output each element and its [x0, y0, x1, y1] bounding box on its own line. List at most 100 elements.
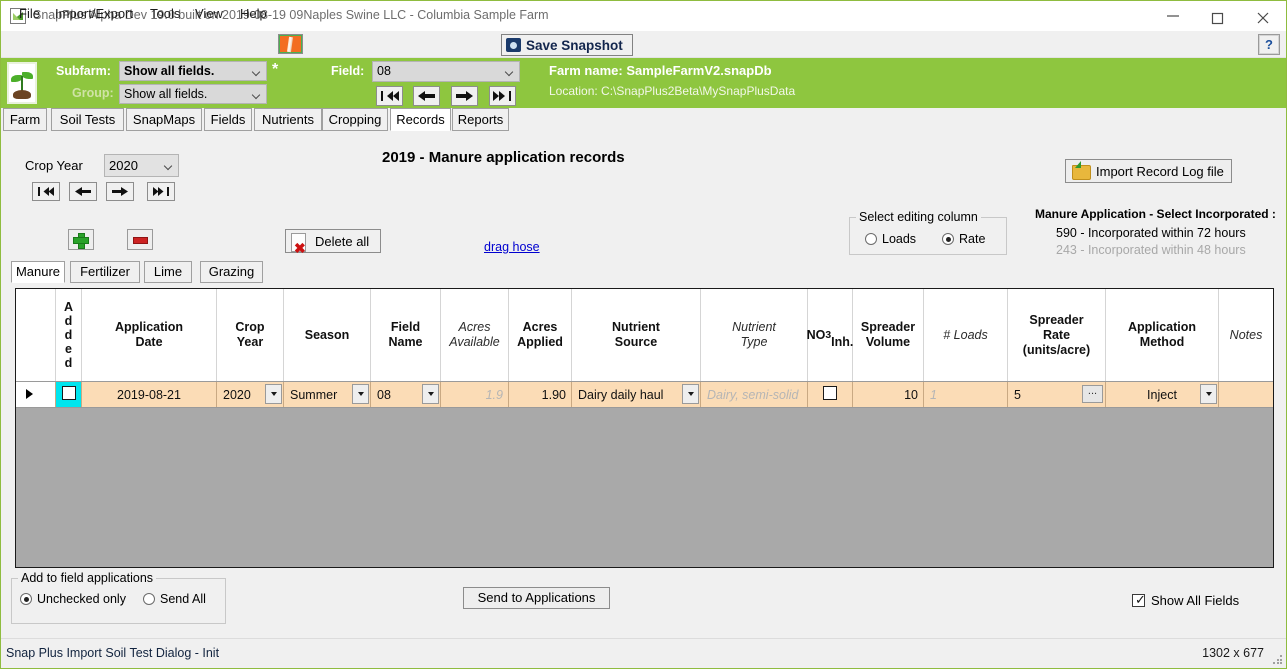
cell-crop-year-value: 2020 [223, 387, 251, 402]
tab-fields[interactable]: Fields [204, 108, 252, 131]
pen-tool-icon[interactable] [278, 34, 303, 54]
chevron-down-icon[interactable] [422, 384, 439, 404]
farm-name-value: SampleFarmV2.snapDb [626, 63, 772, 78]
header-num-loads[interactable]: # Loads [924, 289, 1008, 381]
group-select[interactable]: Show all fields. [119, 84, 267, 104]
cell-application-method-value: Inject [1147, 387, 1177, 402]
subfarm-label: Subfarm: [56, 64, 111, 78]
header-no3-inh[interactable]: NO 3 Inh. [807, 289, 853, 381]
title-bar: SnapPlus Alpha Dev 19.0 built on 2019-08… [1, 1, 1286, 31]
no3-inh-checkbox[interactable] [823, 386, 837, 400]
import-record-log-button[interactable]: Import Record Log file [1065, 159, 1232, 183]
radio-unchecked-only-label: Unchecked only [37, 592, 126, 606]
drag-hose-link[interactable]: drag hose [484, 240, 540, 254]
header-field-name[interactable]: Field Name [371, 289, 441, 381]
tab-nutrients[interactable]: Nutrients [254, 108, 322, 131]
page-title: 2019 - Manure application records [382, 149, 625, 166]
header-application-method[interactable]: Application Method [1106, 289, 1219, 381]
menu-help[interactable]: Help [240, 6, 267, 21]
chevron-down-icon[interactable] [265, 384, 282, 404]
crop-year-last-button[interactable] [147, 182, 175, 201]
menu-import-export[interactable]: Import/Export [55, 6, 133, 21]
remove-row-button[interactable] [127, 229, 153, 250]
tab-soil-tests[interactable]: Soil Tests [51, 108, 124, 131]
header-added[interactable]: Added [56, 289, 82, 381]
table-row[interactable]: 2019-08-21 2020 Summer 08 1.9 1.90 Dairy… [16, 382, 1273, 408]
delete-all-button[interactable]: ✖ Delete all [285, 229, 381, 255]
cell-spreader-rate[interactable]: 5 ... [1008, 382, 1106, 407]
cell-no3-inh[interactable] [808, 382, 853, 407]
leaf-right [22, 72, 33, 79]
tab-snapmaps[interactable]: SnapMaps [126, 108, 202, 131]
minimize-button[interactable] [1151, 1, 1196, 31]
cell-added[interactable] [56, 382, 82, 407]
header-nutrient-source[interactable]: Nutrient Source [572, 289, 701, 381]
tab-farm[interactable]: Farm [3, 108, 47, 131]
subtab-lime[interactable]: Lime [144, 261, 192, 283]
import-record-log-label: Import Record Log file [1096, 164, 1224, 179]
menu-view[interactable]: View [195, 6, 223, 21]
save-snapshot-button[interactable]: Save Snapshot [501, 34, 633, 56]
resize-grip[interactable] [1273, 655, 1283, 665]
header-acres-applied[interactable]: Acres Applied [509, 289, 572, 381]
subtab-manure[interactable]: Manure [11, 261, 65, 283]
cell-row-marker[interactable] [16, 382, 56, 407]
header-spreader-volume[interactable]: Spreader Volume [853, 289, 924, 381]
save-snapshot-label: Save Snapshot [526, 38, 623, 53]
chevron-down-icon[interactable] [1200, 384, 1217, 404]
radio-indicator [865, 233, 877, 245]
send-to-applications-button[interactable]: Send to Applications [463, 587, 610, 609]
header-application-date[interactable]: Application Date [82, 289, 217, 381]
subtab-grazing[interactable]: Grazing [200, 261, 263, 283]
cell-spreader-volume[interactable]: 10 [853, 382, 924, 407]
field-nav-next-button[interactable] [451, 86, 478, 106]
incorporated-option-48h[interactable]: 243 - Incorporated within 48 hours [1056, 243, 1246, 257]
header-season[interactable]: Season [284, 289, 371, 381]
field-nav-first-button[interactable] [376, 86, 403, 106]
add-row-button[interactable] [68, 229, 94, 250]
header-crop-year[interactable]: Crop Year [217, 289, 284, 381]
cell-notes[interactable] [1219, 382, 1273, 407]
header-acres-available[interactable]: Acres Available [441, 289, 509, 381]
tab-reports[interactable]: Reports [452, 108, 509, 131]
incorporated-option-72h[interactable]: 590 - Incorporated within 72 hours [1056, 226, 1246, 240]
field-nav-prev-button[interactable] [413, 86, 440, 106]
header-nutrient-type[interactable]: Nutrient Type [701, 289, 808, 381]
tab-cropping[interactable]: Cropping [322, 108, 388, 131]
menu-tools[interactable]: Tools [150, 6, 180, 21]
cell-application-method[interactable]: Inject [1106, 382, 1219, 407]
chevron-down-icon[interactable] [682, 384, 699, 404]
crop-year-next-button[interactable] [106, 182, 134, 201]
cell-acres-available: 1.9 [441, 382, 509, 407]
cell-application-date[interactable]: 2019-08-21 [82, 382, 217, 407]
close-button[interactable] [1241, 1, 1286, 31]
cell-acres-applied[interactable]: 1.90 [509, 382, 572, 407]
cell-nutrient-source[interactable]: Dairy daily haul [572, 382, 701, 407]
add-to-field-applications-title: Add to field applications [18, 571, 157, 585]
cell-crop-year[interactable]: 2020 [217, 382, 284, 407]
spreader-rate-more-button[interactable]: ... [1082, 385, 1103, 403]
added-checkbox[interactable] [62, 386, 76, 400]
header-notes[interactable]: Notes [1219, 289, 1273, 381]
import-arrow-icon [1075, 161, 1081, 168]
subtab-fertilizer[interactable]: Fertilizer [70, 261, 140, 283]
menu-file[interactable]: File [19, 6, 40, 21]
subfarm-select[interactable]: Show all fields. [119, 61, 267, 81]
seedling-logo-icon [7, 62, 37, 104]
maximize-button[interactable] [1196, 1, 1241, 31]
crop-year-select[interactable]: 2020 [104, 154, 179, 177]
header-spreader-rate[interactable]: Spreader Rate (units/acre) [1008, 289, 1106, 381]
crop-year-prev-button[interactable] [69, 182, 97, 201]
cell-field-name[interactable]: 08 [371, 382, 441, 407]
field-nav-last-button[interactable] [489, 86, 516, 106]
tab-records[interactable]: Records [390, 108, 451, 131]
help-button[interactable]: ? [1258, 34, 1280, 55]
chevron-down-icon[interactable] [352, 384, 369, 404]
cell-num-loads: 1 [924, 382, 1008, 407]
field-select[interactable]: 08 [372, 61, 520, 82]
minus-icon [134, 238, 147, 243]
crop-year-first-button[interactable] [32, 182, 60, 201]
cell-season[interactable]: Summer [284, 382, 371, 407]
radio-indicator [942, 233, 954, 245]
chevron-down-icon [253, 69, 261, 74]
